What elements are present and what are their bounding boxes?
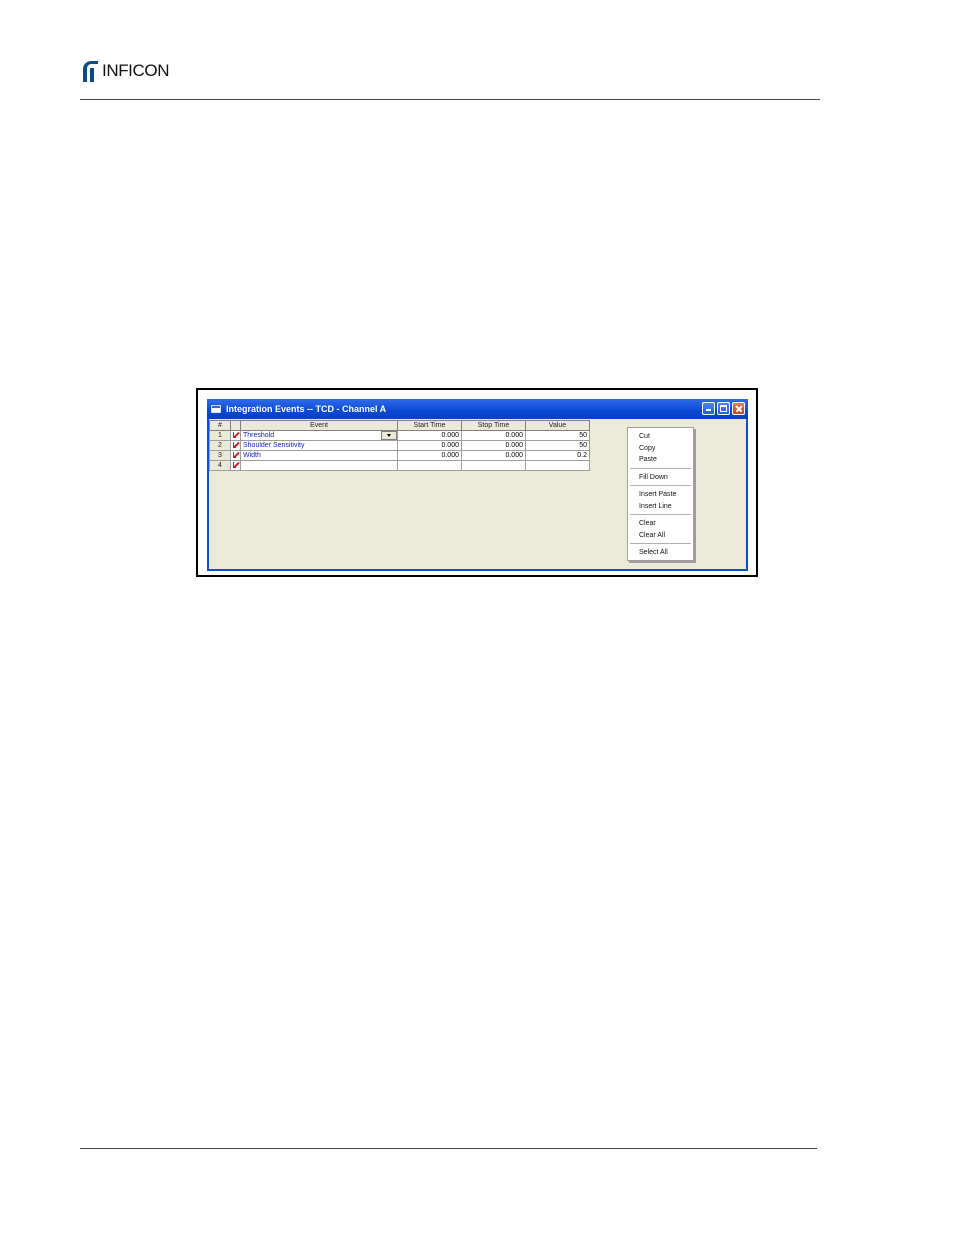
menu-item-cut[interactable]: Cut [628,431,693,443]
row-number[interactable]: 4 [209,460,231,471]
event-cell[interactable]: Threshold [240,430,398,441]
row-number[interactable]: 3 [209,450,231,461]
stop-time-cell[interactable]: 0.000 [461,430,526,441]
inficon-logo: INFICON [80,58,169,84]
table-row[interactable]: 4 [209,460,590,471]
value-cell[interactable]: 50 [525,430,590,441]
header-num[interactable]: # [209,420,231,431]
inficon-logo-mark-icon [83,61,98,82]
menu-item-paste[interactable]: Paste [628,454,693,466]
integration-events-window: Integration Events -- TCD - Channel A # … [207,399,748,571]
window-title: Integration Events -- TCD - Channel A [226,404,387,414]
edit-icon [232,462,239,469]
menu-item-copy[interactable]: Copy [628,443,693,455]
edit-icon [232,452,239,459]
stop-time-cell[interactable]: 0.000 [461,440,526,451]
menu-separator [630,485,691,486]
maximize-button[interactable] [717,402,730,415]
event-cell[interactable]: Width [240,450,398,461]
footer-divider [80,1148,817,1149]
window-icon [211,405,221,413]
menu-item-select-all[interactable]: Select All [628,547,693,559]
value-cell[interactable] [525,460,590,471]
row-edit-cell[interactable] [230,460,241,471]
table-row[interactable]: 2 Shoulder Sensitivity 0.000 0.000 50 [209,440,590,451]
row-edit-cell[interactable] [230,440,241,451]
value-cell[interactable]: 0.2 [525,450,590,461]
table-row[interactable]: 1 Threshold 0.000 0.000 50 [209,430,590,441]
minimize-button[interactable] [702,402,715,415]
menu-item-clear[interactable]: Clear [628,518,693,530]
menu-separator [630,543,691,544]
edit-icon [232,442,239,449]
event-name: Threshold [243,432,275,439]
header-value[interactable]: Value [525,420,590,431]
row-edit-cell[interactable] [230,430,241,441]
menu-separator [630,467,691,469]
events-table: # Event Start Time Stop Time Value 1 Thr… [209,420,590,471]
stop-time-cell[interactable] [461,460,526,471]
menu-item-insert-paste[interactable]: Insert Paste [628,489,693,501]
header-stop-time[interactable]: Stop Time [461,420,526,431]
logo-text: INFICON [102,61,170,80]
start-time-cell[interactable]: 0.000 [397,450,462,461]
menu-separator [630,514,691,515]
start-time-cell[interactable]: 0.000 [397,430,462,441]
menu-item-fill-down[interactable]: Fill Down [628,472,693,484]
row-number[interactable]: 1 [209,430,231,441]
menu-item-insert-line[interactable]: Insert Line [628,501,693,513]
row-number[interactable]: 2 [209,440,231,451]
menu-item-clear-all[interactable]: Clear All [628,530,693,542]
start-time-cell[interactable]: 0.000 [397,440,462,451]
table-header-row: # Event Start Time Stop Time Value [209,420,590,431]
event-cell[interactable] [240,460,398,471]
edit-icon [232,432,239,439]
header-event[interactable]: Event [240,420,398,431]
value-cell[interactable]: 50 [525,440,590,451]
row-edit-cell[interactable] [230,450,241,461]
figure-frame: Integration Events -- TCD - Channel A # … [196,388,758,577]
header-icon [230,420,241,431]
context-menu: Cut Copy Paste Fill Down Insert Paste In… [627,427,694,561]
event-cell[interactable]: Shoulder Sensitivity [240,440,398,451]
header-divider [80,99,820,100]
table-row[interactable]: 3 Width 0.000 0.000 0.2 [209,450,590,461]
event-dropdown-button[interactable] [381,431,397,440]
close-button[interactable] [732,402,745,415]
start-time-cell[interactable] [397,460,462,471]
stop-time-cell[interactable]: 0.000 [461,450,526,461]
header-start-time[interactable]: Start Time [397,420,462,431]
window-title-bar[interactable]: Integration Events -- TCD - Channel A [207,399,748,419]
